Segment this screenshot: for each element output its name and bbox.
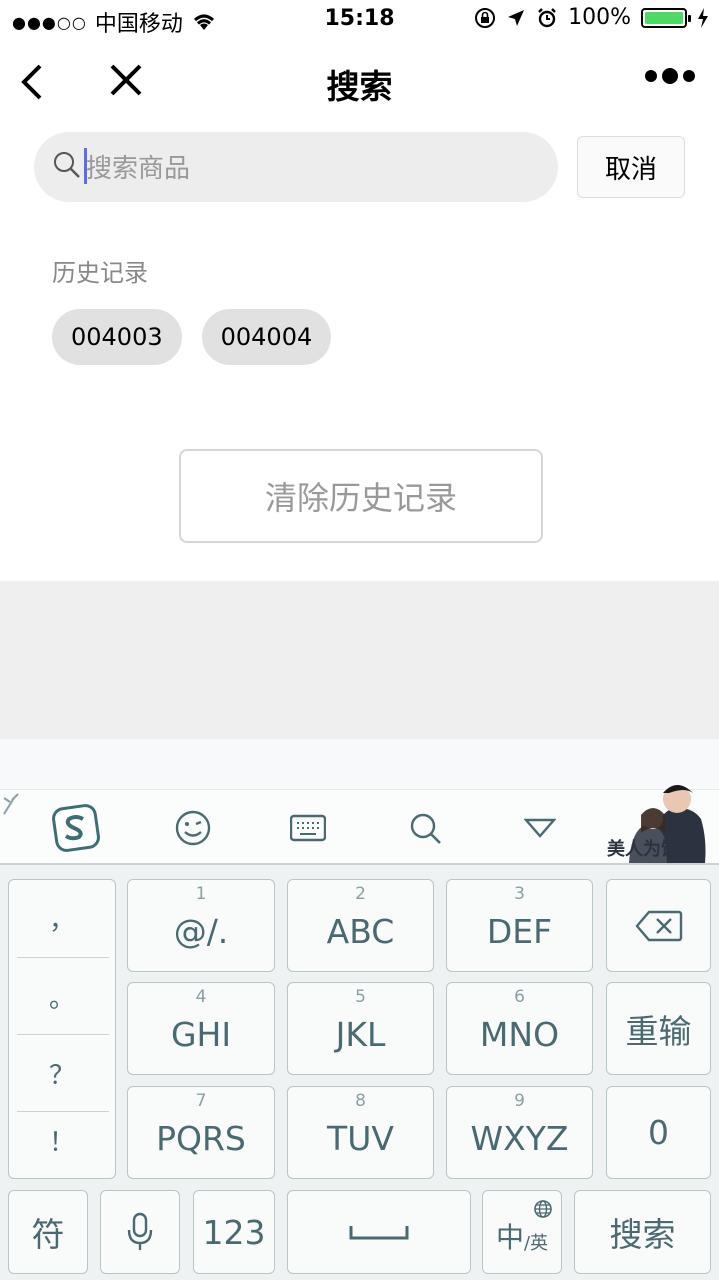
key-3[interactable]: 3 DEF (446, 879, 593, 972)
empty-area (0, 581, 719, 739)
charging-icon (698, 7, 708, 28)
punct-key-exclamation[interactable]: ！ (9, 1102, 115, 1179)
search-key[interactable]: 搜索 (574, 1190, 711, 1274)
sogou-logo-icon[interactable] (52, 804, 100, 852)
flower-decoration-icon (3, 793, 19, 815)
backspace-icon (634, 910, 682, 941)
history-chip[interactable]: 004003 (52, 309, 182, 365)
skin-banner[interactable]: 美人为馅 (607, 779, 709, 863)
search-icon (54, 152, 80, 178)
key-9[interactable]: 9 WXYZ (446, 1086, 593, 1179)
history-chip[interactable]: 004004 (201, 309, 332, 365)
punct-key-comma[interactable]: ， (9, 880, 115, 957)
keyboard-icon[interactable] (290, 814, 326, 842)
key-1[interactable]: 1 @/. (127, 879, 275, 972)
search-icon[interactable] (409, 812, 443, 846)
microphone-icon (127, 1212, 153, 1250)
skin-banner-text: 美人为馅 (607, 839, 679, 860)
more-menu-icon[interactable] (645, 68, 695, 84)
backspace-key[interactable] (606, 879, 711, 972)
retype-key[interactable]: 重输 (606, 982, 711, 1075)
emoji-icon[interactable] (175, 810, 211, 846)
navigation-bar: 搜索 (0, 40, 719, 124)
search-input[interactable]: 搜索商品 (34, 132, 558, 202)
lang-sub-label: /英 (523, 1233, 549, 1254)
hide-keyboard-icon[interactable] (524, 818, 556, 838)
symbol-key[interactable]: 符 (8, 1190, 88, 1274)
status-bar: ●●●○○ 中国移动 15:18 100% (0, 0, 719, 40)
key-6[interactable]: 6 MNO (446, 982, 593, 1075)
orientation-lock-icon (475, 7, 496, 28)
key-8[interactable]: 8 TUV (287, 1086, 434, 1179)
key-5[interactable]: 5 JKL (287, 982, 434, 1075)
page-title: 搜索 (326, 67, 393, 106)
alarm-icon (538, 7, 556, 27)
lang-main-label: 中 (495, 1221, 524, 1254)
punctuation-column[interactable]: ， 。 ？ ！ (8, 879, 116, 1179)
space-icon (349, 1226, 409, 1240)
battery-percent: 100% (568, 5, 631, 30)
space-key[interactable] (287, 1190, 471, 1274)
number-key[interactable]: 123 (193, 1190, 275, 1274)
clear-history-button[interactable]: 清除历史记录 (179, 449, 543, 543)
history-heading: 历史记录 (52, 259, 148, 287)
globe-icon (534, 1200, 552, 1218)
location-icon (508, 9, 525, 26)
key-4[interactable]: 4 GHI (127, 982, 275, 1075)
punct-key-period[interactable]: 。 (9, 958, 115, 1035)
battery-icon (641, 7, 691, 28)
key-2[interactable]: 2 ABC (287, 879, 434, 972)
cancel-button[interactable]: 取消 (577, 136, 685, 198)
key-7[interactable]: 7 PQRS (127, 1086, 275, 1179)
key-0[interactable]: 0 (606, 1086, 711, 1179)
language-switch-key[interactable]: 中 /英 (482, 1190, 562, 1274)
search-placeholder: 搜索商品 (86, 154, 191, 184)
punct-key-question[interactable]: ？ (9, 1035, 115, 1112)
history-list: 004003 004004 (52, 309, 332, 365)
voice-key[interactable] (100, 1190, 180, 1274)
